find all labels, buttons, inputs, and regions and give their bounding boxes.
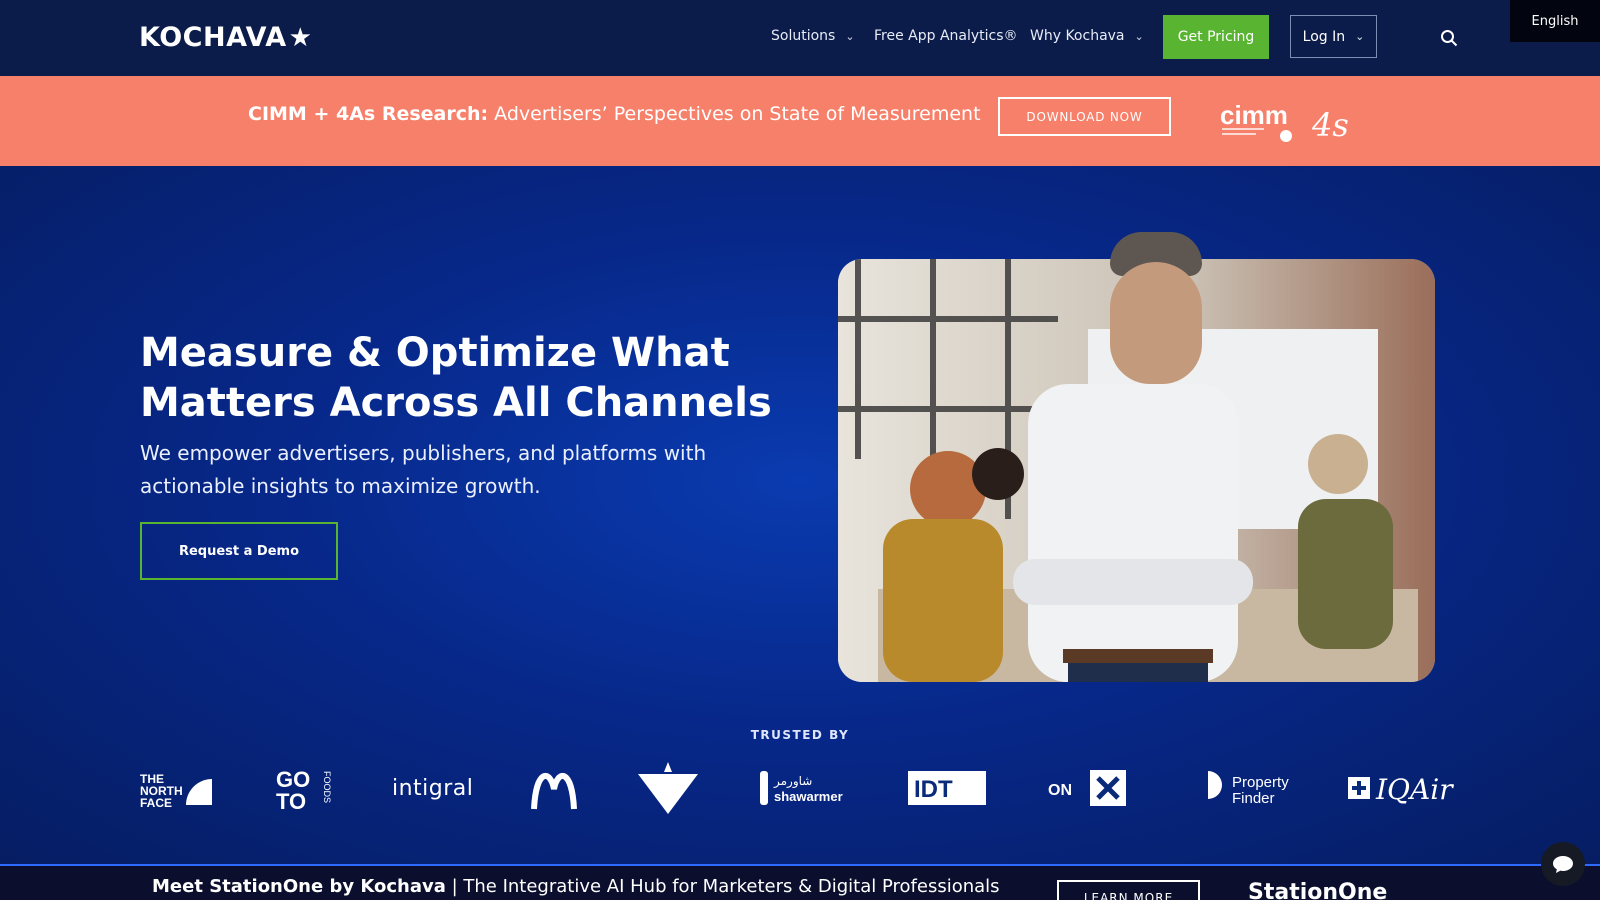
4as-logo-text: 4s bbox=[1311, 106, 1349, 142]
cimm-logo: cimm bbox=[1220, 100, 1292, 142]
idt-logo: IDT bbox=[908, 771, 986, 805]
nav-solutions[interactable]: Solutions ⌄ bbox=[771, 28, 855, 44]
request-demo-button[interactable]: Request a Demo bbox=[140, 522, 338, 580]
property-finder-logo: Property Finder bbox=[1208, 771, 1289, 807]
svg-text:IDT: IDT bbox=[914, 776, 953, 803]
cimm-logo-text: cimm bbox=[1220, 100, 1288, 130]
stationone-main-text: | The Integrative AI Hub for Marketers &… bbox=[445, 876, 1000, 897]
trusted-by-label: TRUSTED BY bbox=[750, 728, 850, 742]
nav-why-kochava[interactable]: Why Kochava ⌄ bbox=[1030, 28, 1144, 44]
canadian-tire-logo bbox=[638, 762, 698, 814]
svg-text:شاورمر: شاورمر bbox=[773, 774, 812, 789]
stationone-text: Meet StationOne by Kochava | The Integra… bbox=[152, 876, 1000, 897]
person-face bbox=[1110, 262, 1202, 384]
brand-property-finder: Property Finder bbox=[1204, 765, 1300, 811]
brand-onx: ON bbox=[1048, 765, 1128, 811]
goto-foods-logo: GO TO FOODS bbox=[276, 767, 332, 811]
svg-text:IQAir: IQAir bbox=[1375, 773, 1454, 806]
intigral-logo: intigral bbox=[392, 775, 474, 801]
svg-text:Property: Property bbox=[1232, 774, 1289, 791]
nav-solutions-label: Solutions bbox=[771, 28, 836, 44]
brand-canadian-tire bbox=[638, 762, 698, 814]
brand-mcdonalds bbox=[530, 765, 578, 811]
brand-goto-foods: GO TO FOODS bbox=[276, 765, 332, 811]
chevron-down-icon: ⌄ bbox=[845, 29, 855, 43]
star-icon: ★ bbox=[288, 22, 313, 53]
brand-idt: IDT bbox=[908, 765, 986, 811]
4as-logo: 4s bbox=[1311, 106, 1349, 142]
promo-bold-text: CIMM + 4As Research: bbox=[248, 103, 489, 125]
get-pricing-button[interactable]: Get Pricing bbox=[1163, 15, 1269, 59]
promo-main-text: Advertisers’ Perspectives on State of Me… bbox=[488, 103, 981, 125]
chat-bubble-icon bbox=[1553, 856, 1573, 873]
brand-iqair: IQAir bbox=[1348, 765, 1460, 811]
chevron-down-icon: ⌄ bbox=[1355, 30, 1365, 43]
mcdonalds-logo bbox=[531, 772, 577, 810]
iqair-logo: IQAir bbox=[1348, 773, 1454, 806]
learn-more-button[interactable]: LEARN MORE bbox=[1057, 880, 1200, 900]
brand-shawarmer: شاورمر shawarmer bbox=[758, 765, 844, 811]
search-icon[interactable] bbox=[1440, 29, 1458, 47]
chevron-down-icon: ⌄ bbox=[1134, 29, 1144, 43]
stationone-bold-text: Meet StationOne by Kochava bbox=[152, 876, 446, 897]
chat-button[interactable] bbox=[1541, 842, 1585, 886]
nav-why-kochava-label: Why Kochava bbox=[1030, 28, 1125, 44]
north-face-logo: THE NORTH FACE bbox=[140, 772, 212, 810]
promo-text: CIMM + 4As Research: Advertisers’ Perspe… bbox=[248, 103, 981, 125]
log-in-button[interactable]: Log In ⌄ bbox=[1290, 15, 1377, 58]
brand-intigral: intigral bbox=[392, 765, 473, 811]
svg-text:TO: TO bbox=[276, 789, 306, 811]
nav-free-app-analytics[interactable]: Free App Analytics® bbox=[874, 28, 1018, 44]
onx-logo: ON bbox=[1048, 770, 1126, 806]
brand-north-face: THE NORTH FACE bbox=[140, 765, 212, 811]
language-selector[interactable]: English bbox=[1510, 0, 1600, 42]
promo-banner: CIMM + 4As Research: Advertisers’ Perspe… bbox=[0, 76, 1600, 166]
logo-text: KOCHAVA bbox=[139, 22, 287, 53]
nav-free-app-analytics-label: Free App Analytics® bbox=[874, 28, 1018, 44]
stationone-logo: StationOne bbox=[1248, 880, 1388, 900]
log-in-label: Log In bbox=[1302, 28, 1346, 45]
svg-text:shawarmer: shawarmer bbox=[774, 789, 843, 804]
svg-text:Finder: Finder bbox=[1232, 790, 1275, 807]
kochava-logo[interactable]: KOCHAVA ★ bbox=[139, 22, 312, 53]
svg-text:FOODS: FOODS bbox=[322, 771, 332, 803]
hero-title: Measure & Optimize What Matters Across A… bbox=[140, 330, 772, 426]
svg-text:ON: ON bbox=[1048, 782, 1072, 799]
shawarmer-logo: شاورمر shawarmer bbox=[760, 771, 843, 805]
download-now-button[interactable]: DOWNLOAD NOW bbox=[998, 97, 1171, 136]
svg-text:FACE: FACE bbox=[140, 796, 172, 810]
top-navigation: KOCHAVA ★ Solutions ⌄ Free App Analytics… bbox=[0, 0, 1600, 76]
hero-subtitle: We empower advertisers, publishers, and … bbox=[140, 441, 707, 498]
